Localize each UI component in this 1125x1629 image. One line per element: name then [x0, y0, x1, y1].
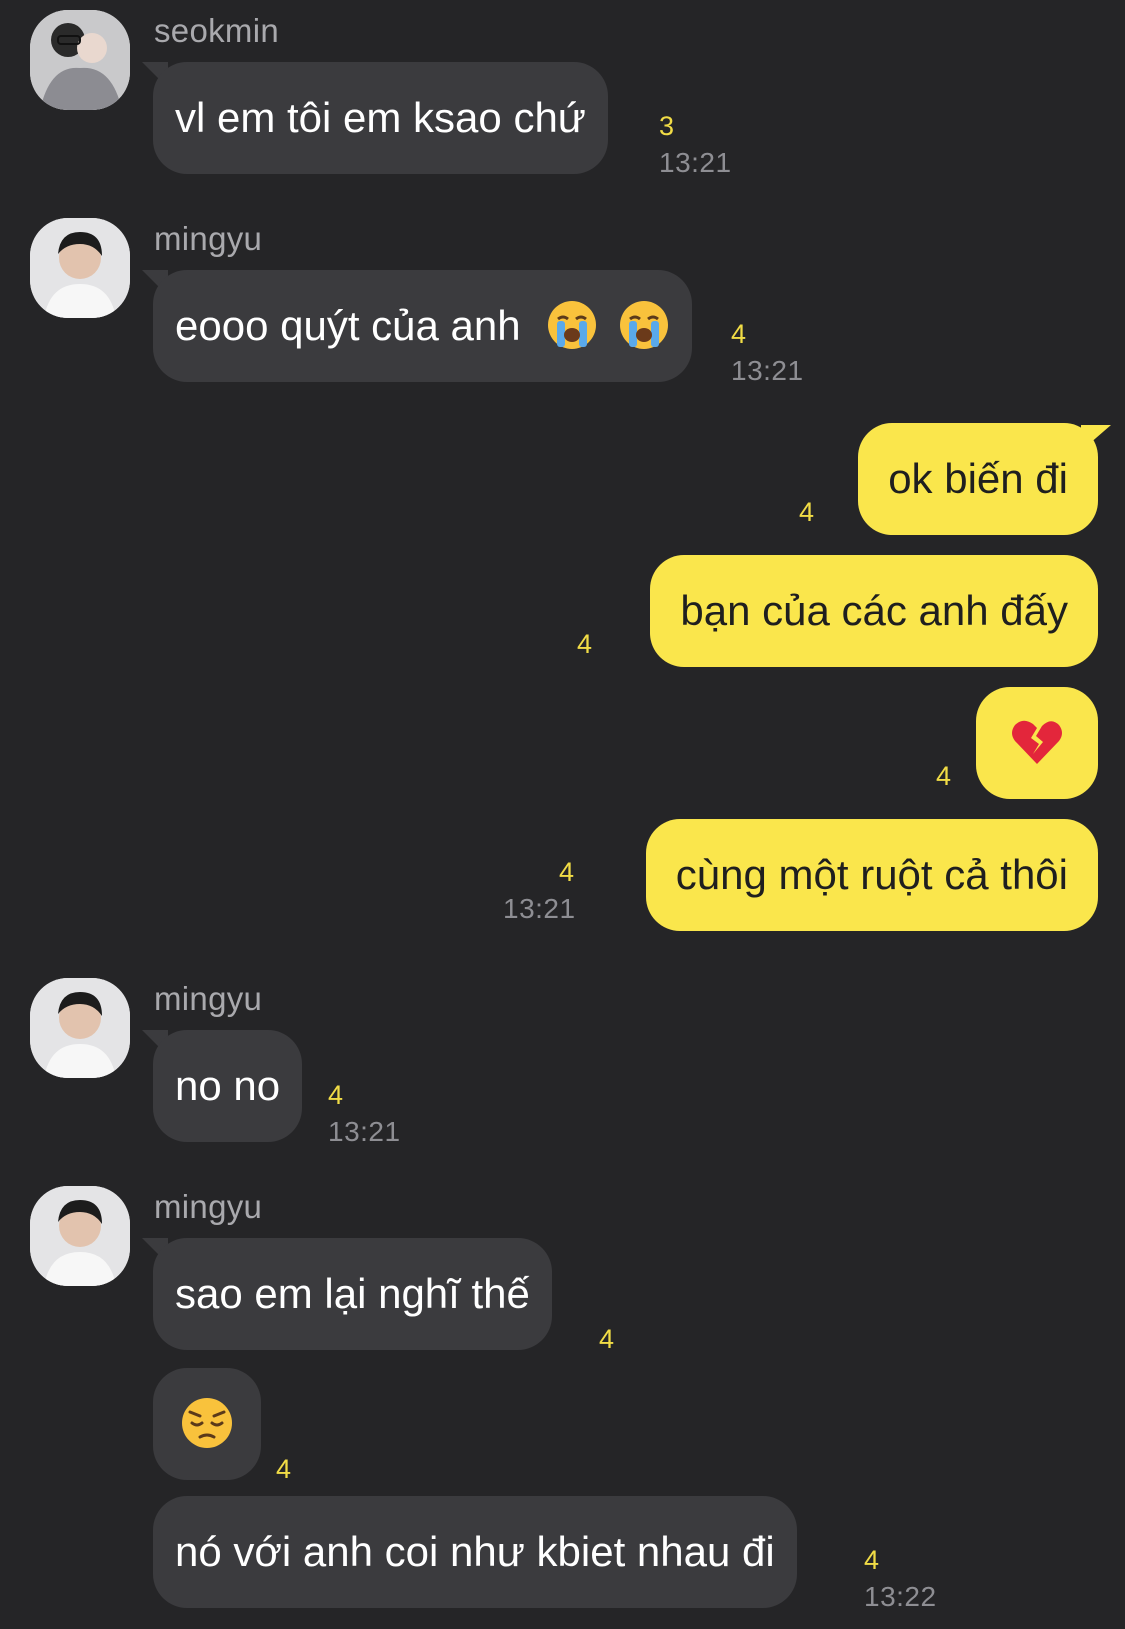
avatar[interactable] — [30, 10, 130, 110]
message-bubble[interactable]: bạn của các anh đấy — [650, 555, 1098, 667]
message-bubble[interactable]: eooo quýt của anh — [153, 270, 692, 382]
message-text: eooo quýt của anh — [175, 302, 521, 349]
unread-count: 4 — [799, 497, 815, 527]
unread-count: 3 — [659, 111, 675, 141]
message-time: 13:21 — [503, 893, 576, 924]
message-bubble[interactable] — [153, 1368, 261, 1480]
chat-view: seokmin vl em tôi em ksao chứ 3 13:21 mi… — [0, 0, 1125, 1629]
message-bubble[interactable] — [976, 687, 1098, 799]
message-bubble[interactable]: no no — [153, 1030, 303, 1142]
message-time: 13:21 — [659, 147, 732, 178]
message-text: ok biến đi — [888, 455, 1068, 502]
pensive-face-icon — [180, 1396, 234, 1450]
unread-count: 4 — [276, 1454, 292, 1484]
avatar[interactable] — [30, 218, 130, 318]
unread-count: 4 — [864, 1545, 880, 1575]
message-time: 13:21 — [731, 355, 804, 386]
message-text: no no — [175, 1062, 281, 1109]
unread-count: 4 — [577, 629, 593, 659]
message-text: nó với anh coi như kbiet nhau đi — [175, 1528, 775, 1575]
avatar[interactable] — [30, 978, 130, 1078]
sender-name: mingyu — [154, 1188, 263, 1225]
message-text: vl em tôi em ksao chứ — [175, 94, 586, 141]
message-bubble[interactable]: sao em lại nghĩ thế — [153, 1238, 552, 1350]
message-time: 13:21 — [328, 1116, 401, 1147]
message-bubble[interactable]: cùng một ruột cả thôi — [645, 819, 1098, 931]
unread-count: 4 — [936, 761, 952, 791]
broken-heart-icon — [1009, 714, 1065, 770]
unread-count: 4 — [731, 319, 747, 349]
message-time: 13:22 — [864, 1581, 937, 1612]
unread-count: 4 — [328, 1080, 344, 1110]
avatar-photo-icon — [30, 218, 130, 318]
message-text: bạn của các anh đấy — [680, 587, 1068, 634]
message-bubble[interactable]: ok biến đi — [858, 423, 1098, 535]
avatar-photo-icon — [30, 1186, 130, 1286]
avatar-photo-icon — [30, 978, 130, 1078]
avatar-photo-icon — [30, 10, 130, 110]
message-text: cùng một ruột cả thôi — [675, 851, 1068, 898]
sender-name: seokmin — [154, 12, 279, 49]
message-text: sao em lại nghĩ thế — [175, 1270, 530, 1317]
sender-name: mingyu — [154, 220, 263, 257]
loudly-crying-face-icon — [618, 299, 670, 351]
avatar[interactable] — [30, 1186, 130, 1286]
message-bubble[interactable]: nó với anh coi như kbiet nhau đi — [153, 1496, 797, 1608]
sender-name: mingyu — [154, 980, 263, 1017]
message-bubble[interactable]: vl em tôi em ksao chứ — [153, 62, 608, 174]
unread-count: 4 — [559, 857, 575, 887]
loudly-crying-face-icon — [546, 299, 598, 351]
unread-count: 4 — [599, 1324, 615, 1354]
